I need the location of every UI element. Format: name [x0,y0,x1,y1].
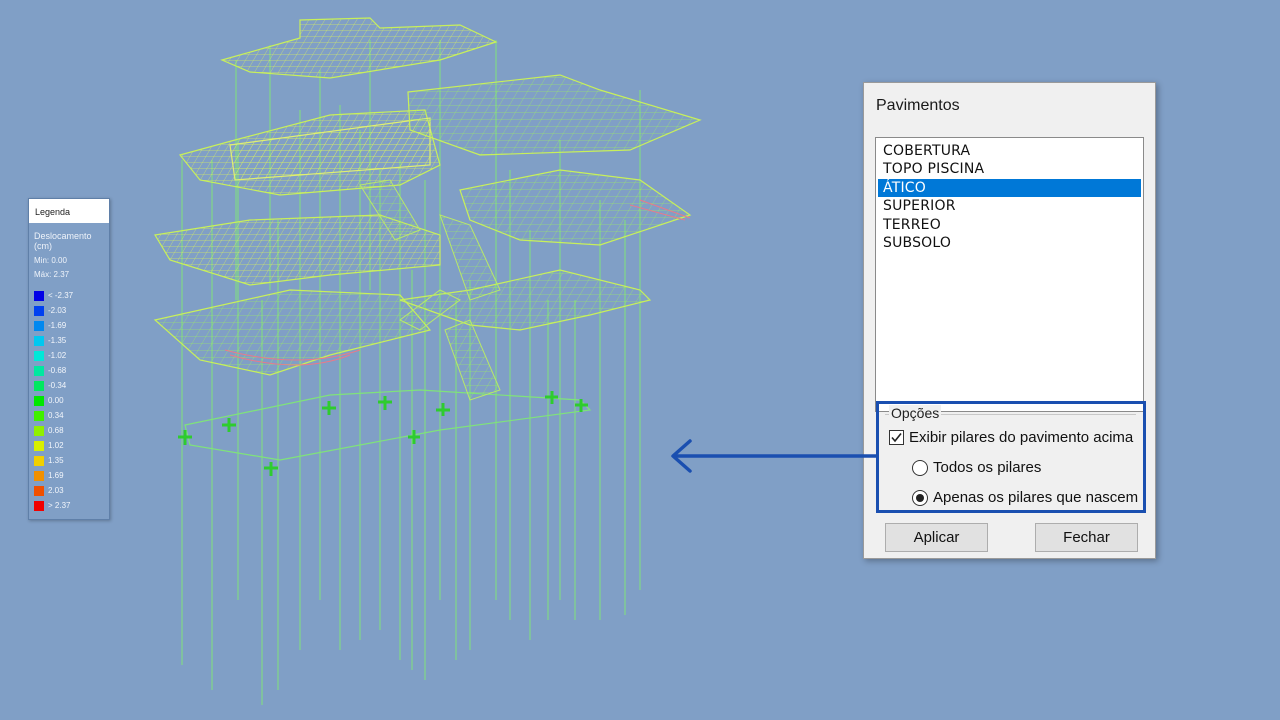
legend-value: -1.69 [48,321,67,330]
show-columns-checkbox[interactable] [889,430,904,445]
legend-color-scale: < -2.37 -2.03 -1.69 -1.35 -1.02 -0.68 -0.34 0.0… [34,288,109,513]
legend-entry: -1.02 [34,348,109,363]
legend-value: > 2.37 [48,501,71,510]
legend-entry: 1.35 [34,453,109,468]
legend-swatch [34,365,44,376]
floor-list-item[interactable]: TERREO [878,216,1141,234]
floor-list-item[interactable]: COBERTURA [878,142,1141,160]
radio-born-columns[interactable]: Apenas os pilares que nascem [912,489,1138,506]
legend-entry: 0.00 [34,393,109,408]
legend-swatch [34,410,44,421]
legend-swatch [34,470,44,481]
legend-value: 1.35 [48,456,64,465]
options-group-label: Opções [889,405,942,421]
legend-swatch [34,440,44,451]
legend-value: 1.69 [48,471,64,480]
legend-entry: -2.03 [34,303,109,318]
radio-born-button[interactable] [912,489,928,506]
legend-entry: 0.68 [34,423,109,438]
slab-levels [153,17,702,461]
show-columns-option[interactable]: Exibir pilares do pavimento acima [889,429,1133,446]
check-icon [891,433,902,443]
radio-all-button[interactable] [912,459,928,476]
floor-list-item[interactable]: SUBSOLO [878,234,1141,252]
legend-value: -0.68 [48,366,67,375]
radio-born-label: Apenas os pilares que nascem [933,489,1139,506]
legend-swatch [34,320,44,331]
legend-value: -1.35 [48,336,67,345]
legend-value: 1.02 [48,441,64,450]
legend-entry: 1.69 [34,468,109,483]
apply-button[interactable]: Aplicar [885,523,988,552]
legend-value: 2.03 [48,486,64,495]
floor-list-item[interactable]: TOPO PISCINA [878,160,1141,178]
legend-max: Máx: 2.37 [34,270,70,279]
floor-list-item[interactable]: ÁTICO [878,178,1141,198]
column-markers [178,391,588,476]
legend-entry: > 2.37 [34,498,109,513]
legend-value: 0.68 [48,426,64,435]
dialog-title: Pavimentos [876,97,960,114]
legend-swatch [34,305,44,316]
legend-entry: -1.35 [34,333,109,348]
legend-swatch [34,395,44,406]
radio-all-label: Todos os pilares [933,459,1042,476]
legend-min: Min: 0.00 [34,256,67,265]
legend-panel[interactable]: Legenda Deslocamento (cm) Min: 0.00 Máx:… [28,198,110,520]
legend-entry: < -2.37 [34,288,109,303]
legend-swatch [34,290,44,301]
legend-entry: 0.34 [34,408,109,423]
legend-entry: -1.69 [34,318,109,333]
legend-value: 0.34 [48,411,64,420]
legend-entry: -0.68 [34,363,109,378]
legend-swatch [34,335,44,346]
legend-swatch [34,485,44,496]
legend-title: Legenda [29,199,109,223]
legend-value: -1.02 [48,351,67,360]
callout-arrow-icon [671,439,876,473]
legend-entry: 1.02 [34,438,109,453]
floor-list[interactable]: COBERTURA TOPO PISCINA ÁTICO SUPERIOR TERREO… [875,137,1144,412]
show-columns-label: Exibir pilares do pavimento acima [909,429,1134,446]
legend-swatch [34,500,44,511]
legend-quantity: Deslocamento (cm) [34,231,92,251]
radio-all-columns[interactable]: Todos os pilares [912,459,1041,476]
legend-swatch [34,380,44,391]
legend-swatch [34,455,44,466]
legend-value: -0.34 [48,381,67,390]
legend-value: < -2.37 [48,291,74,300]
legend-entry: 2.03 [34,483,109,498]
legend-swatch [34,350,44,361]
legend-swatch [34,425,44,436]
legend-value: 0.00 [48,396,64,405]
legend-entry: -0.34 [34,378,109,393]
pavimentos-dialog: Pavimentos COBERTURA TOPO PISCINA ÁTICO SUP… [863,82,1156,559]
close-button[interactable]: Fechar [1035,523,1138,552]
legend-value: -2.03 [48,306,67,315]
options-highlight-frame: Opções Exibir pilares do pavimento acima… [876,401,1146,513]
floor-list-item[interactable]: SUPERIOR [878,197,1141,215]
